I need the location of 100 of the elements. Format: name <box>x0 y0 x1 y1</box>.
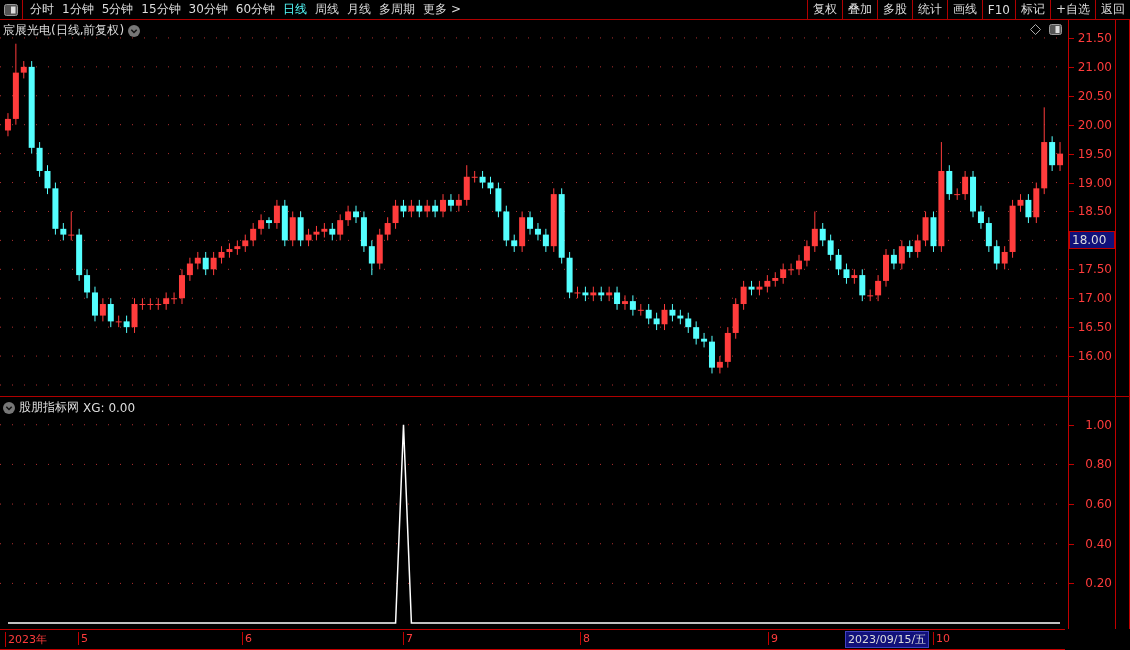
price-label: 16.50 <box>1077 319 1112 336</box>
candlestick <box>780 263 787 285</box>
candlestick <box>922 210 929 247</box>
candlestick <box>716 355 723 374</box>
axis-label: 0.40 <box>1085 535 1112 552</box>
axis-label: 1.00 <box>1085 416 1112 433</box>
candlestick <box>155 297 162 311</box>
candlestick <box>835 248 842 276</box>
candlestick <box>202 251 209 276</box>
chart-title: 宸展光电(日线,前复权) <box>3 22 125 39</box>
date-label: 7 <box>403 632 413 645</box>
candlestick <box>827 234 834 262</box>
period-tab[interactable]: 1分钟 <box>58 1 98 18</box>
candlestick <box>147 297 154 311</box>
price-label: 20.00 <box>1077 116 1112 133</box>
candlestick <box>1025 193 1032 224</box>
candlestick <box>68 210 75 241</box>
cursor-date-label: 2023/09/15/五 <box>845 631 930 648</box>
dropdown-icon[interactable] <box>3 401 15 414</box>
period-tab[interactable]: 日线 <box>279 1 312 18</box>
price-label: 16.00 <box>1077 348 1112 365</box>
candlestick <box>962 170 969 201</box>
candlestick <box>740 280 747 311</box>
candlestick <box>811 210 818 253</box>
candlestick <box>36 141 43 178</box>
candlestick <box>701 332 708 348</box>
current-price-label: 18.00 <box>1069 231 1115 250</box>
candlestick <box>788 263 795 276</box>
candlestick <box>210 251 217 276</box>
candlestick <box>1049 135 1056 172</box>
candlestick <box>266 216 272 230</box>
panel-toggle-icon[interactable] <box>1049 24 1062 35</box>
candlestick <box>44 164 51 195</box>
candlestick <box>186 257 193 282</box>
dropdown-icon[interactable] <box>128 24 141 37</box>
panel-toggle-icon[interactable] <box>4 3 18 16</box>
period-tab[interactable]: 5分钟 <box>97 1 138 18</box>
candlestick <box>289 210 296 247</box>
price-label: 17.00 <box>1077 290 1112 307</box>
date-label: 10 <box>933 632 950 645</box>
price-label: 19.50 <box>1077 145 1112 162</box>
candlestick <box>898 239 905 270</box>
candlestick <box>91 286 98 322</box>
candlestick <box>384 216 391 241</box>
candlestick <box>637 303 644 317</box>
candlestick <box>337 213 344 241</box>
axis-label: 0.60 <box>1085 496 1112 513</box>
candlestick <box>977 205 984 230</box>
candlestick <box>447 193 454 212</box>
candlestick <box>455 193 462 212</box>
price-label: 21.50 <box>1077 29 1112 46</box>
candlestick <box>107 297 114 328</box>
date-label: 9 <box>768 632 778 645</box>
candlestick <box>614 286 621 311</box>
date-label: 8 <box>580 632 590 645</box>
candlestick <box>297 210 304 247</box>
candlestick <box>693 320 700 346</box>
candlestick <box>819 222 826 247</box>
candlestick <box>645 303 652 325</box>
period-tab[interactable]: 多周期 <box>375 1 420 18</box>
candlestick <box>84 268 91 299</box>
candlestick <box>993 239 1000 270</box>
price-label: 21.00 <box>1077 58 1112 75</box>
candlestick <box>1057 141 1064 172</box>
diamond-icon[interactable] <box>1030 24 1041 35</box>
candlestick <box>985 216 992 253</box>
date-label: 5 <box>78 632 88 645</box>
period-tab[interactable]: 月线 <box>343 1 376 18</box>
candlestick <box>527 210 534 236</box>
candlestick <box>250 222 257 247</box>
candlestick <box>843 263 850 285</box>
period-tab[interactable]: 15分钟 <box>137 1 185 18</box>
candlestick <box>875 274 882 302</box>
period-tab[interactable]: 60分钟 <box>231 1 280 18</box>
candlestick <box>542 228 549 253</box>
candlestick <box>392 199 399 230</box>
period-tab[interactable]: 分时 <box>26 1 58 18</box>
candlestick <box>171 291 178 305</box>
candlestick <box>440 193 447 218</box>
date-label: 2023年 <box>5 632 47 647</box>
indicator-reading: XG: 0.00 <box>83 400 136 415</box>
candlestick <box>661 303 668 331</box>
candlestick <box>803 239 810 267</box>
price-label: 20.50 <box>1077 87 1112 104</box>
period-tab[interactable]: 30分钟 <box>184 1 232 18</box>
candlestick <box>859 268 866 302</box>
price-label: 18.50 <box>1077 203 1112 220</box>
period-tab[interactable]: 周线 <box>311 1 344 18</box>
candlestick <box>178 268 185 305</box>
candlestick <box>463 164 470 207</box>
candlestick <box>796 254 802 276</box>
date-label: 6 <box>242 632 252 645</box>
price-label: 17.50 <box>1077 261 1112 278</box>
candlestick <box>606 286 613 302</box>
candlestick <box>629 294 636 317</box>
period-tab[interactable]: 更多 > <box>419 1 465 18</box>
axis-label: 0.20 <box>1085 575 1112 592</box>
candlestick <box>345 205 352 227</box>
candlestick <box>495 182 502 218</box>
candlestick <box>368 239 375 276</box>
